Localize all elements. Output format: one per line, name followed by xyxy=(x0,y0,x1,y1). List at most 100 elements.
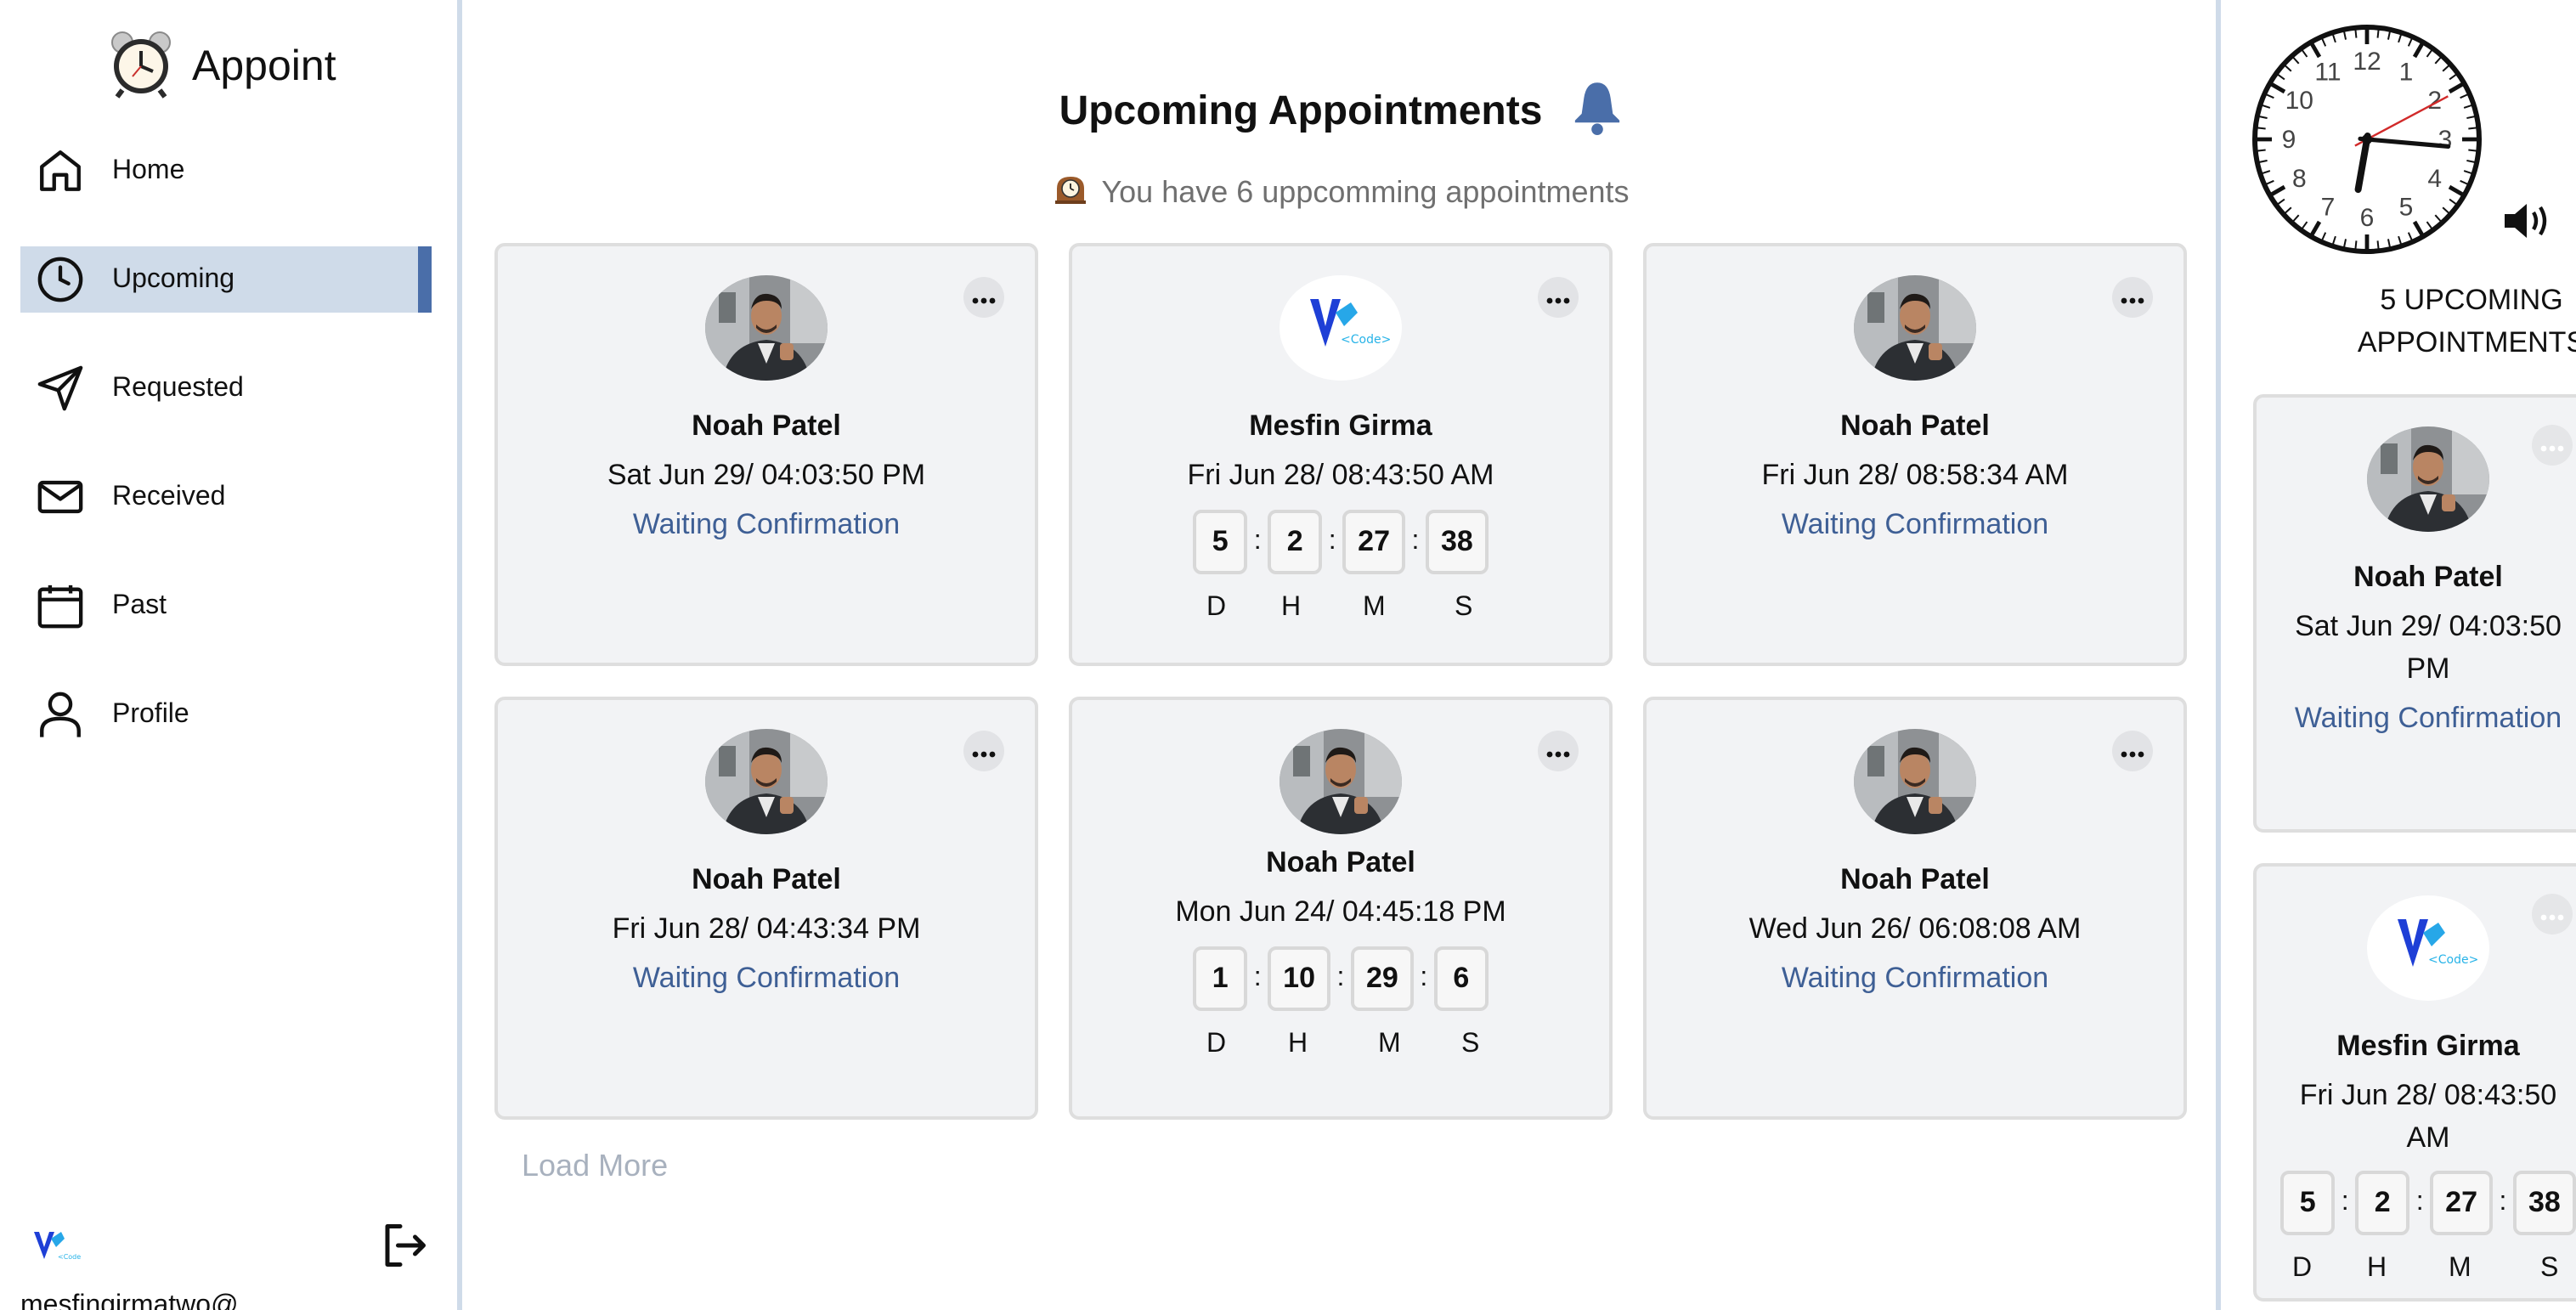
clock-icon xyxy=(36,255,85,304)
load-more-button[interactable]: Load More xyxy=(522,1149,668,1184)
clock-number: 5 xyxy=(2399,194,2414,222)
countdown-days: 5 xyxy=(1193,510,1248,574)
countdown-minutes: 27 xyxy=(1342,510,1405,574)
more-horizontal-icon xyxy=(2121,282,2144,313)
upcoming-count-label: APPOINTMENTS xyxy=(2357,326,2576,359)
clock-number: 8 xyxy=(2292,165,2307,193)
appointment-card[interactable]: Noah Patel Fri Jun 28/ 04:43:34 PM Waiti… xyxy=(494,697,1038,1120)
brand[interactable]: Appoint xyxy=(105,27,336,107)
appointment-date: Fri Jun 28/ 04:43:34 PM xyxy=(612,912,921,945)
more-horizontal-icon xyxy=(2121,736,2144,766)
sidebar-item-received[interactable]: Received xyxy=(20,464,432,530)
sidebar-item-home[interactable]: Home xyxy=(20,138,432,204)
minutes-label: M xyxy=(2449,1254,2471,1283)
clock-tick xyxy=(2376,29,2380,38)
app-root: Appoint Home Upcoming Requested Received xyxy=(0,0,2576,1310)
timer-separator: : xyxy=(1253,527,1262,556)
appointment-name: Noah Patel xyxy=(1840,409,1990,442)
sidebar-item-label: Past xyxy=(112,590,167,619)
clock-number: 6 xyxy=(2360,204,2375,232)
hours-label: H xyxy=(1281,593,1302,622)
avatar xyxy=(705,729,828,834)
appointment-card[interactable]: Noah Patel Mon Jun 24/ 04:45:18 PM 1: 10… xyxy=(1069,697,1613,1120)
appointment-name: Noah Patel xyxy=(1840,863,1990,895)
speaker-icon xyxy=(2501,204,2556,251)
sidebar-item-past[interactable]: Past xyxy=(20,573,432,639)
sound-toggle[interactable] xyxy=(2501,197,2556,253)
more-options-button[interactable] xyxy=(963,277,1004,318)
appointment-summary-text: You have 6 uppcomming appointments xyxy=(1101,175,1630,209)
sidebar-item-requested[interactable]: Requested xyxy=(20,355,432,421)
more-options-button[interactable] xyxy=(2532,894,2573,935)
avatar xyxy=(1854,275,1976,381)
status-text: Waiting Confirmation xyxy=(632,508,901,540)
countdown-hours: 2 xyxy=(2355,1171,2410,1235)
user-icon xyxy=(36,690,85,739)
status-text: Waiting Confirmation xyxy=(632,962,901,994)
appointment-name: Mesfin Girma xyxy=(2336,1030,2520,1062)
more-horizontal-icon xyxy=(972,736,996,766)
appointment-name: Noah Patel xyxy=(692,863,841,895)
countdown-seconds: 6 xyxy=(1433,946,1489,1011)
user-avatar[interactable]: <Code> xyxy=(31,1227,87,1273)
countdown-timer: 1: 10: 29: 6 xyxy=(1072,946,1609,1011)
seconds-label: S xyxy=(1461,1030,1480,1059)
hours-label: H xyxy=(2367,1254,2387,1283)
appointment-card[interactable]: Mesfin Girma Fri Jun 28/ 08:43:50 AM 5: … xyxy=(1069,243,1613,666)
more-options-button[interactable] xyxy=(1538,277,1579,318)
appointment-card[interactable]: Noah Patel Sat Jun 29/ 04:03:50 PM Waiti… xyxy=(494,243,1038,666)
mail-icon xyxy=(36,472,85,522)
appointment-date: Mon Jun 24/ 04:45:18 PM xyxy=(1175,895,1506,928)
svg-text:<Code>: <Code> xyxy=(58,1253,82,1261)
clock-tick xyxy=(2257,127,2266,130)
calendar-icon xyxy=(36,581,85,630)
appointment-card[interactable]: Mesfin Girma Fri Jun 28/ 08:43:50 AM 5: … xyxy=(2253,863,2576,1302)
countdown-hours: 2 xyxy=(1268,510,1323,574)
appointment-card[interactable]: Noah Patel Sat Jun 29/ 04:03:50 PM Waiti… xyxy=(2253,394,2576,833)
clock-number: 4 xyxy=(2427,165,2442,193)
days-label: D xyxy=(2292,1254,2313,1283)
countdown-hours: 10 xyxy=(1268,946,1330,1011)
appointment-date: Wed Jun 26/ 06:08:08 AM xyxy=(1748,912,2082,945)
appointment-name: Noah Patel xyxy=(692,409,841,442)
sidebar-item-upcoming[interactable]: Upcoming xyxy=(20,246,432,313)
more-horizontal-icon xyxy=(1546,282,1570,313)
countdown-timer: 5: 2: 27: 38 xyxy=(2257,1171,2576,1235)
analog-clock: 12 1 2 3 4 5 6 7 8 9 10 11 xyxy=(2248,20,2486,267)
right-panel: 12 1 2 3 4 5 6 7 8 9 10 11 5 UPCOMING APPOINTMENTS … xyxy=(2226,0,2576,1310)
main-content: Upcoming Appointments You have 6 uppcomm… xyxy=(467,0,2216,1310)
more-options-button[interactable] xyxy=(963,731,1004,771)
bell-icon[interactable] xyxy=(1569,78,1624,144)
app-title: Appoint xyxy=(192,42,336,90)
sidebar-item-profile[interactable]: Profile xyxy=(20,681,432,748)
sidebar-item-label: Upcoming xyxy=(112,264,235,293)
avatar xyxy=(2367,426,2489,532)
countdown-days: 1 xyxy=(1193,946,1248,1011)
more-horizontal-icon xyxy=(1546,736,1570,766)
clock-tick xyxy=(2354,240,2358,250)
minutes-label: M xyxy=(1378,1030,1401,1059)
timer-separator: : xyxy=(1336,963,1345,992)
status-text: Waiting Confirmation xyxy=(1781,508,2049,540)
avatar xyxy=(1280,729,1402,834)
hours-label: H xyxy=(1288,1030,1308,1059)
sidebar-item-label: Received xyxy=(112,482,226,511)
countdown-seconds: 38 xyxy=(2513,1171,2576,1235)
seconds-label: S xyxy=(1455,593,1473,622)
more-options-button[interactable] xyxy=(1538,731,1579,771)
more-options-button[interactable] xyxy=(2112,731,2153,771)
avatar xyxy=(1280,275,1402,381)
logout-button[interactable] xyxy=(377,1220,432,1279)
more-options-button[interactable] xyxy=(2112,277,2153,318)
appointment-name: Noah Patel xyxy=(1266,846,1415,878)
clock-tick xyxy=(2376,240,2380,250)
appointment-card[interactable]: Noah Patel Wed Jun 26/ 06:08:08 AM Waiti… xyxy=(1643,697,2187,1120)
avatar xyxy=(1854,729,1976,834)
appointment-card[interactable]: Noah Patel Fri Jun 28/ 08:58:34 AM Waiti… xyxy=(1643,243,2187,666)
timer-separator: : xyxy=(1253,963,1262,992)
clock-number: 7 xyxy=(2321,194,2336,222)
more-horizontal-icon xyxy=(2540,899,2564,929)
countdown-seconds: 38 xyxy=(1426,510,1489,574)
more-options-button[interactable] xyxy=(2532,425,2573,466)
sidebar-item-label: Home xyxy=(112,155,185,184)
